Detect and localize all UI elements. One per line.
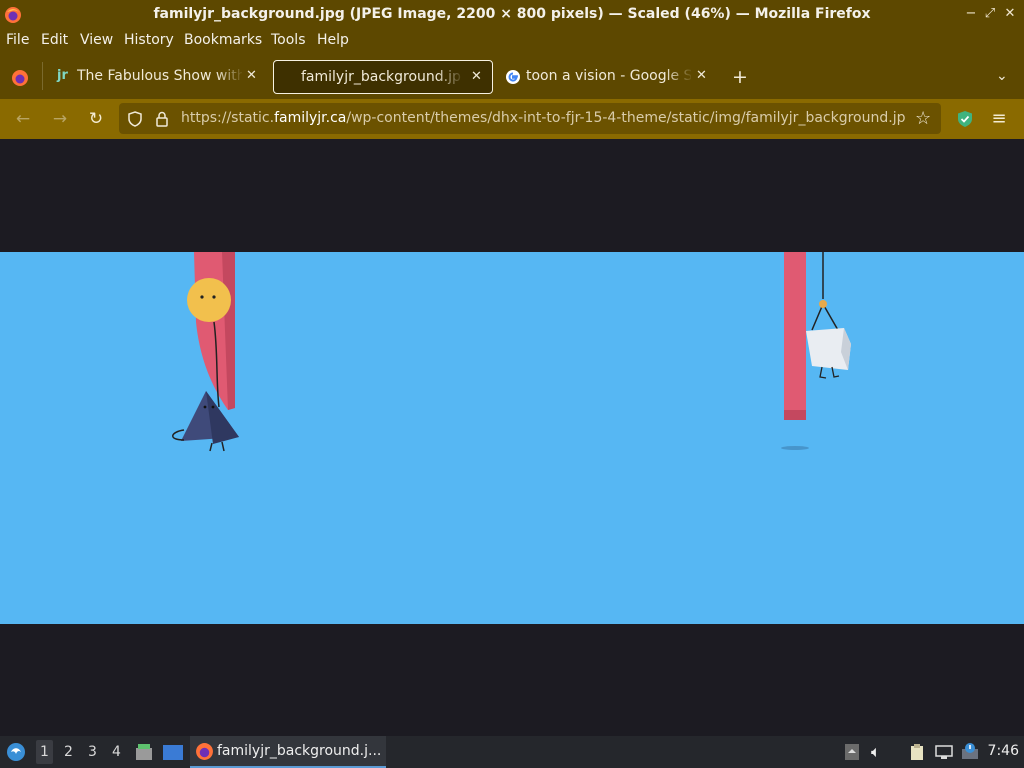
back-icon[interactable]: ←	[13, 109, 33, 129]
workspace-4[interactable]: 4	[112, 744, 121, 760]
forward-icon[interactable]: →	[50, 109, 70, 129]
workspace-3[interactable]: 3	[88, 744, 97, 760]
menu-edit[interactable]: Edit	[41, 32, 68, 48]
menu-help[interactable]: Help	[317, 32, 349, 48]
familyjr-background-image	[0, 252, 1024, 624]
tab-separator	[42, 62, 43, 90]
tab-close-icon[interactable]: ✕	[246, 68, 257, 83]
volume-icon[interactable]: 🔈︎	[871, 742, 881, 762]
network-icon[interactable]	[935, 743, 953, 761]
desktop-icon[interactable]	[162, 742, 184, 762]
navigation-bar: ← → ↻ https://static.familyjr.ca/wp-cont…	[0, 99, 1024, 139]
taskbar-firefox-window[interactable]: familyjr_background.j...	[190, 736, 386, 768]
tab-familyjr-background[interactable]: familyjr_background.jpg ✕	[273, 60, 493, 94]
firefox-view-icon[interactable]	[11, 69, 29, 87]
menu-file[interactable]: File	[6, 32, 29, 48]
window-title: familyjr_background.jpg (JPEG Image, 220…	[153, 6, 871, 22]
image-illustration	[172, 252, 851, 452]
close-window-icon[interactable]: ✕	[1002, 6, 1018, 22]
menu-bar: File Edit View History Bookmarks Tools H…	[0, 29, 1024, 53]
menu-history[interactable]: History	[124, 32, 174, 48]
minimize-icon[interactable]: −	[963, 6, 979, 22]
extension-shield-icon[interactable]	[956, 110, 974, 128]
reload-icon[interactable]: ↻	[86, 109, 106, 129]
url-bar[interactable]: https://static.familyjr.ca/wp-content/th…	[119, 103, 941, 134]
bookmark-star-icon[interactable]: ☆	[915, 108, 931, 129]
menu-view[interactable]: View	[80, 32, 113, 48]
url-text[interactable]: https://static.familyjr.ca/wp-content/th…	[181, 110, 906, 126]
clock: 7:46	[987, 743, 1019, 759]
pink-pillar-right	[784, 252, 806, 417]
hamburger-menu-icon[interactable]: ≡	[989, 109, 1009, 129]
list-all-tabs-icon[interactable]: ⌄	[996, 68, 1008, 84]
tab-close-icon[interactable]: ✕	[696, 68, 707, 83]
task-label: familyjr_background.j...	[217, 743, 382, 759]
tab-google-search[interactable]: toon a vision - Google Se ✕	[499, 60, 719, 94]
yellow-ball-character	[187, 278, 231, 322]
familyjr-favicon-icon: jr	[57, 68, 68, 83]
taskbar: 1 2 3 4 familyjr_background.j... 🔈︎ 7:46	[0, 736, 1024, 768]
firefox-icon	[196, 743, 213, 760]
menu-tools[interactable]: Tools	[271, 32, 306, 48]
new-tab-icon[interactable]: +	[732, 66, 748, 88]
notification-icon[interactable]	[961, 743, 979, 761]
tab-fabulous-show[interactable]: jr The Fabulous Show with ✕	[50, 60, 268, 94]
start-menu-icon[interactable]	[6, 742, 26, 762]
file-manager-icon[interactable]	[134, 742, 154, 762]
tab-bar: jr The Fabulous Show with ✕ familyjr_bac…	[0, 53, 1024, 99]
workspace-2[interactable]: 2	[64, 744, 73, 760]
tray-up-icon[interactable]	[843, 743, 861, 761]
workspace-1[interactable]: 1	[36, 740, 53, 764]
google-favicon-icon	[506, 70, 520, 84]
lock-icon[interactable]	[155, 111, 169, 127]
page-content	[0, 139, 1024, 736]
tab-close-icon[interactable]: ✕	[471, 69, 482, 84]
clipboard-icon[interactable]	[908, 743, 926, 761]
maximize-icon[interactable]: ⤢	[982, 6, 998, 22]
title-bar: familyjr_background.jpg (JPEG Image, 220…	[0, 0, 1024, 29]
menu-bookmarks[interactable]: Bookmarks	[184, 32, 262, 48]
tracking-protection-shield-icon[interactable]	[127, 111, 143, 127]
